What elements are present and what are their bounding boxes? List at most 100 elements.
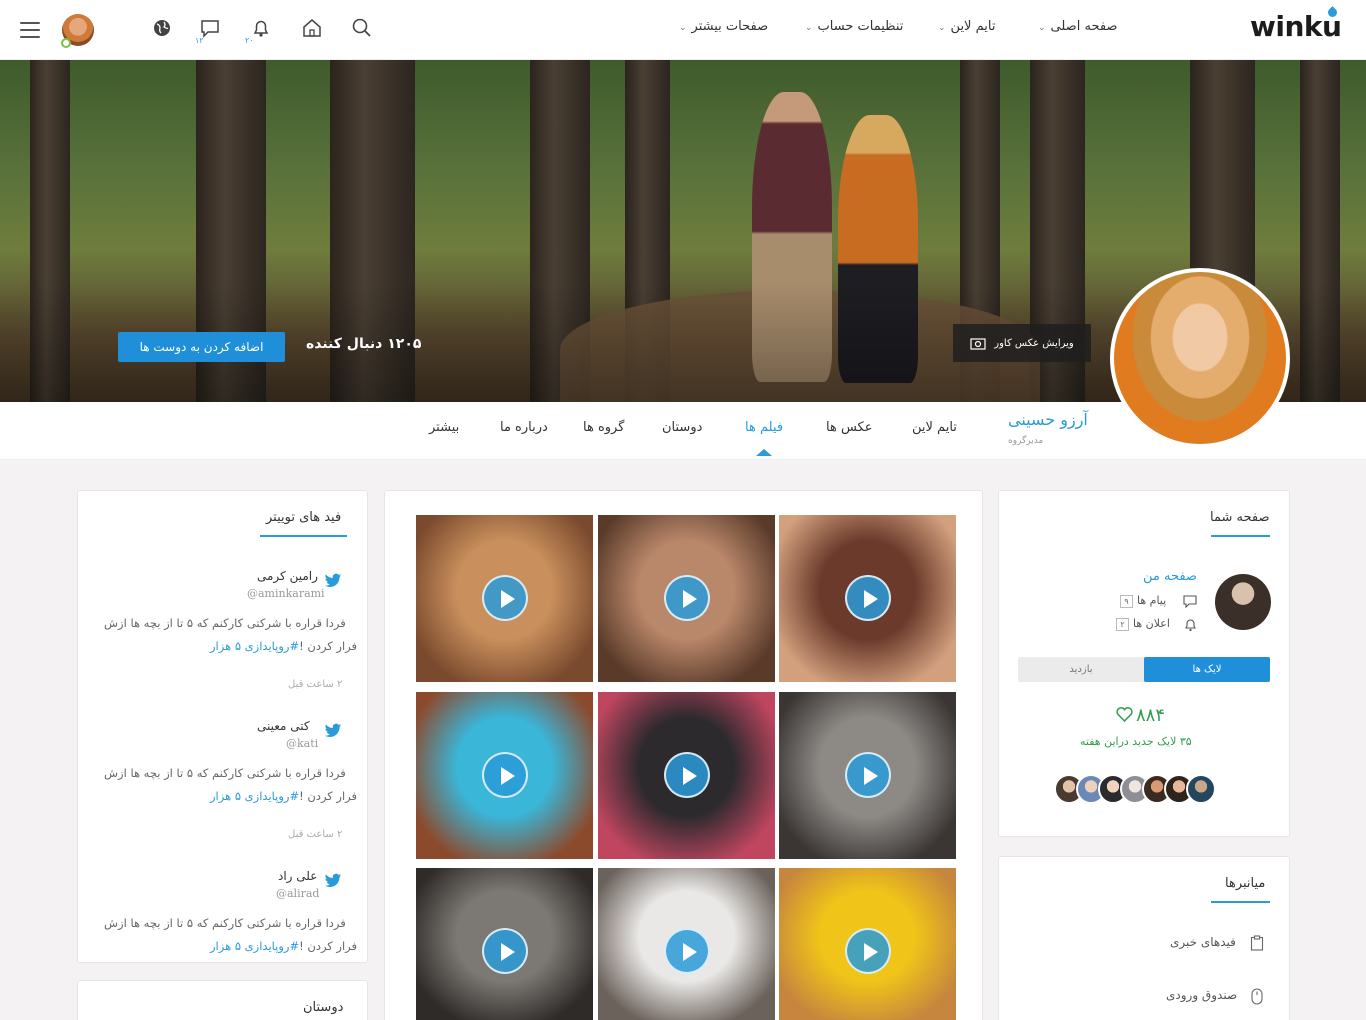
edit-cover-button[interactable]: ویرایش عکس کاور	[953, 324, 1091, 362]
likes-total-value: ۸۸۴	[1136, 705, 1166, 726]
tab-more[interactable]: بیشتر	[429, 420, 459, 435]
twitter-feed-title: فید های توییتر	[266, 510, 342, 525]
page-avatar[interactable]	[1215, 574, 1271, 630]
tweet-author-name[interactable]: علی راد	[278, 869, 317, 883]
tweet-time: ۲ ساعت قبل	[288, 679, 343, 690]
tweet-text-end: فرار کردن !	[299, 939, 358, 953]
home-icon[interactable]	[301, 17, 323, 39]
tweet-author-handle[interactable]: @alirad	[276, 887, 319, 900]
tab-photos[interactable]: عکس ها	[826, 420, 872, 435]
tab-timeline[interactable]: تایم لاین	[912, 420, 957, 435]
play-icon[interactable]	[481, 752, 528, 798]
tweet-text-line2: فرار کردن !#روپایدازی ۵ هزار	[210, 639, 357, 653]
play-icon[interactable]	[844, 752, 891, 798]
chat-count-badge: ۱۲	[195, 36, 204, 45]
video-thumbnail[interactable]	[598, 692, 775, 859]
tab-likes[interactable]: لایک ها	[1144, 657, 1270, 682]
tweet-hashtag[interactable]: #روپایدازی ۵ هزار	[210, 789, 299, 803]
chevron-down-icon: ⌄	[679, 23, 687, 33]
nav-account-settings-label: تنظیمات حساب	[817, 19, 904, 34]
notifications-link[interactable]: اعلان ها	[1133, 617, 1170, 630]
brand-logo[interactable]: winku	[1250, 6, 1342, 43]
bell-icon	[1185, 619, 1196, 632]
clipboard-icon	[1250, 935, 1264, 951]
bell-count-badge: ۲۰	[245, 36, 254, 45]
tweet-text: فردا قراره با شرکتی کارکنم که ۵ تا از بچ…	[104, 766, 346, 780]
profile-picture[interactable]	[1110, 268, 1290, 448]
likes-new-this-week: ۳۵ لایک جدید دراین هفته	[1080, 735, 1192, 748]
my-page-link[interactable]: صفحه من	[1143, 569, 1197, 584]
video-thumbnail[interactable]	[779, 515, 956, 682]
video-thumbnail[interactable]	[598, 868, 775, 1020]
followers-count: ۱۲۰۵ دنبال کننده	[306, 336, 422, 352]
chevron-down-icon: ⌄	[1038, 23, 1046, 33]
twitter-icon	[324, 873, 342, 888]
nav-timeline-label: تایم لاین	[950, 19, 996, 34]
shortcut-inbox[interactable]: صندوق ورودی	[1166, 988, 1237, 1002]
tweet-text: فردا قراره با شرکتی کارکنم که ۵ تا از بچ…	[104, 616, 346, 630]
message-icon	[1183, 595, 1197, 608]
tweet-hashtag[interactable]: #روپایدازی ۵ هزار	[210, 639, 299, 653]
tweet-author-handle[interactable]: @kati	[286, 737, 318, 750]
online-status-dot	[61, 38, 71, 48]
tab-about[interactable]: درباره ما	[500, 420, 548, 435]
tweet-text-end: فرار کردن !	[299, 639, 358, 653]
profile-name: آرزو حسینی	[1008, 410, 1088, 429]
play-icon[interactable]	[663, 752, 710, 798]
tab-groups[interactable]: گروه ها	[583, 420, 624, 435]
video-thumbnail[interactable]	[598, 515, 775, 682]
nav-home-label: صفحه اصلی	[1050, 19, 1118, 34]
play-icon[interactable]	[481, 928, 528, 974]
tweet-text-line2: فرار کردن !#روپایدازی ۵ هزار	[210, 789, 357, 803]
video-thumbnail[interactable]	[416, 515, 593, 682]
tweet-text-end: فرار کردن !	[299, 789, 358, 803]
globe-icon[interactable]	[151, 17, 173, 39]
nav-more-pages[interactable]: صفحات بیشتر ⌄	[679, 19, 768, 34]
title-underline	[260, 535, 347, 537]
messages-count: ۹	[1120, 595, 1133, 608]
edit-cover-label: ویرایش عکس کاور	[994, 337, 1074, 349]
tweet-hashtag[interactable]: #روپایدازی ۵ هزار	[210, 939, 299, 953]
tab-visits[interactable]: بازدید	[1018, 657, 1144, 682]
tab-videos[interactable]: فیلم ها	[745, 420, 783, 435]
title-underline	[1211, 535, 1270, 537]
play-icon[interactable]	[663, 575, 710, 621]
tweet-time: ۲ ساعت قبل	[288, 829, 343, 840]
tab-friends[interactable]: دوستان	[662, 420, 702, 435]
chevron-down-icon: ⌄	[805, 23, 813, 33]
tweet-text-line2: فرار کردن !#روپایدازی ۵ هزار	[210, 939, 357, 953]
active-tab-indicator	[756, 449, 772, 456]
play-icon[interactable]	[481, 575, 528, 621]
your-page-title: صفحه شما	[1210, 510, 1270, 525]
play-icon[interactable]	[663, 928, 710, 974]
camera-icon	[970, 337, 986, 350]
nav-timeline[interactable]: تایم لاین ⌄	[938, 19, 995, 34]
video-thumbnail[interactable]	[779, 868, 956, 1020]
tweet-author-name[interactable]: کتی معینی	[257, 719, 310, 733]
menu-icon[interactable]	[20, 22, 40, 38]
play-icon[interactable]	[844, 928, 891, 974]
messages-link[interactable]: پیام ها	[1137, 594, 1166, 607]
nav-more-pages-label: صفحات بیشتر	[691, 19, 769, 34]
nav-account-settings[interactable]: تنظیمات حساب ⌄	[805, 19, 903, 34]
shortcut-news-feed[interactable]: فیدهای خبری	[1170, 935, 1236, 949]
title-underline	[1211, 901, 1270, 903]
chevron-down-icon: ⌄	[938, 23, 946, 33]
profile-role: مدیرگروه	[1008, 436, 1044, 446]
add-friend-button[interactable]: اضافه کردن به دوست ها	[118, 332, 285, 362]
tweet-author-name[interactable]: رامین کرمی	[257, 569, 318, 583]
nav-home[interactable]: صفحه اصلی ⌄	[1038, 19, 1117, 34]
tweet-text: فردا قراره با شرکتی کارکنم که ۵ تا از بچ…	[104, 916, 346, 930]
friends-title: دوستان	[303, 1000, 344, 1015]
play-icon[interactable]	[844, 575, 891, 621]
twitter-icon	[324, 573, 342, 588]
tweet-author-handle[interactable]: @aminkarami	[247, 587, 325, 600]
search-icon[interactable]	[351, 17, 373, 39]
video-thumbnail[interactable]	[416, 868, 593, 1020]
video-thumbnail[interactable]	[779, 692, 956, 859]
twitter-icon	[324, 723, 342, 738]
heart-icon	[1116, 707, 1133, 722]
liker-avatar[interactable]	[1186, 774, 1216, 804]
video-thumbnail[interactable]	[416, 692, 593, 859]
likes-total: ۸۸۴	[1136, 705, 1165, 726]
